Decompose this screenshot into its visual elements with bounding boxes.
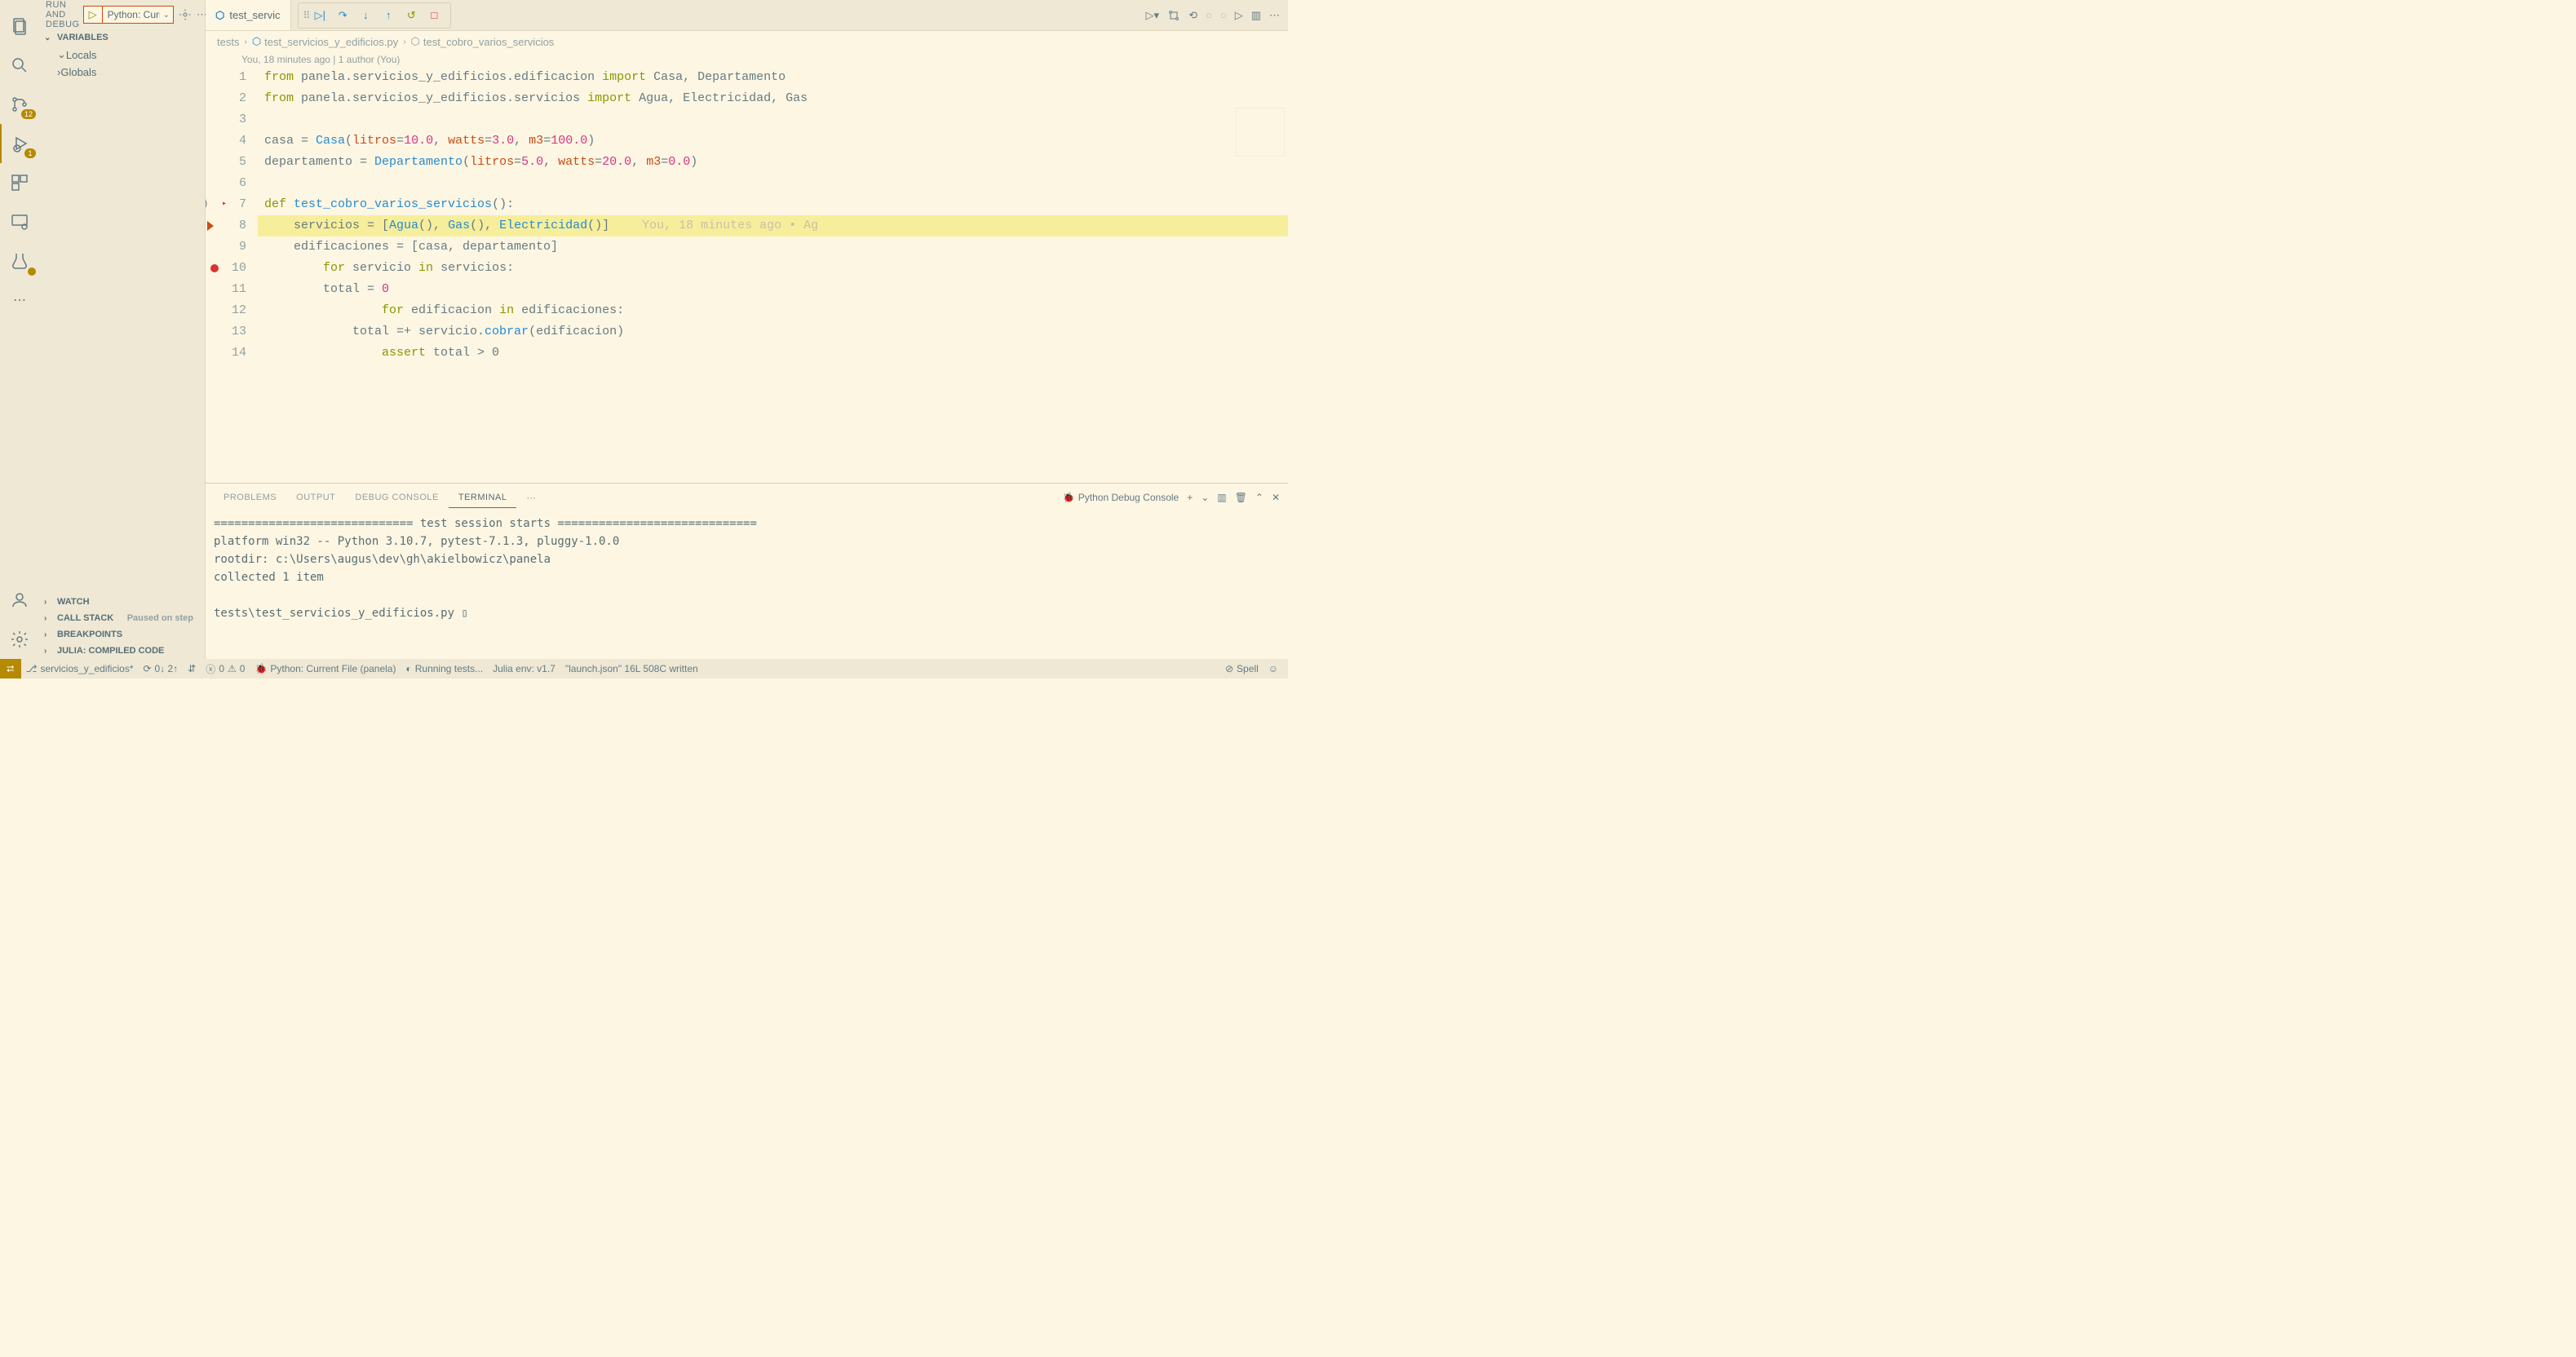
restart-icon[interactable]: ↺ [400, 4, 423, 27]
activity-bar: 12 1 ⋯ [0, 0, 39, 659]
run-debug-icon[interactable]: 1 [0, 124, 39, 163]
variables-section[interactable]: ⌄VARIABLES [39, 29, 205, 46]
extensions-icon[interactable] [0, 163, 39, 202]
sync-icon: ⟳ [143, 663, 151, 674]
debug-settings-icon[interactable] [179, 8, 192, 22]
file-tab[interactable]: ⬡ test_servic [206, 0, 291, 30]
step-into-icon[interactable]: ↓ [354, 4, 377, 27]
symbol-icon: ⬡ [411, 35, 420, 48]
maximize-panel-icon[interactable]: ⌃ [1255, 492, 1264, 503]
remote-explorer-icon[interactable] [0, 202, 39, 241]
ports-icon[interactable]: ⇵ [183, 663, 201, 674]
settings-gear-icon[interactable] [0, 620, 39, 659]
terminal-dropdown-icon[interactable]: ⌄ [1201, 492, 1209, 503]
tab-output[interactable]: OUTPUT [286, 488, 345, 507]
terminal-select[interactable]: 🐞Python Debug Console [1063, 492, 1179, 503]
source-control-icon[interactable]: 12 [0, 85, 39, 124]
terminal-output[interactable]: ============================= test sessi… [206, 511, 1288, 625]
tab-more-icon[interactable]: ⋯ [516, 488, 546, 508]
current-line-icon [207, 221, 214, 231]
git-compare-icon[interactable] [1167, 9, 1180, 22]
editor-area: ⬡ test_servic ⠿ ▷| ↷ ↓ ↑ ↺ □ ▷▾ ⟲ ○ ○ ▷ … [206, 0, 1288, 659]
call-stack-section[interactable]: ›CALL STACKPaused on step [39, 610, 205, 626]
run-config-selector[interactable]: ▷ Python: Current F ⌄ [83, 6, 174, 24]
tab-bar: ⬡ test_servic ⠿ ▷| ↷ ↓ ↑ ↺ □ ▷▾ ⟲ ○ ○ ▷ … [206, 0, 1288, 31]
config-name: Python: Current F [103, 9, 160, 20]
bug-icon: 🐞 [1063, 492, 1075, 503]
globals-item[interactable]: ›Globals [52, 64, 205, 81]
debug-sidebar: RUN AND DEBUG ▷ Python: Current F ⌄ ⋯ ⌄V… [39, 0, 206, 659]
debug-toolbar: ⠿ ▷| ↷ ↓ ↑ ↺ □ [298, 2, 452, 29]
branch-icon: ⎇ [26, 663, 38, 674]
drag-handle-icon[interactable]: ⠿ [303, 10, 309, 21]
warning-icon: ⚠ [228, 663, 237, 674]
status-bar: ⮂ ⎇servicios_y_edificios* ⟳0↓ 2↑ ⇵ ⓧ0 ⚠0… [0, 659, 1288, 678]
branch-indicator[interactable]: ⎇servicios_y_edificios* [21, 663, 139, 674]
remote-indicator[interactable]: ⮂ [0, 659, 21, 678]
debug-config-indicator[interactable]: 🐞Python: Current File (panela) [250, 663, 401, 674]
feedback-icon[interactable]: ☺ [1264, 663, 1283, 674]
spell-check-indicator[interactable]: ⊘Spell [1220, 663, 1264, 674]
run-python-icon[interactable]: ▷ [1235, 9, 1243, 22]
editor-actions: ▷▾ ⟲ ○ ○ ▷ ▥ ⋯ [1146, 9, 1288, 22]
run-cell-icon[interactable]: ▷▾ [1146, 9, 1160, 22]
minimap[interactable] [1236, 108, 1285, 157]
sync-indicator[interactable]: ⟳0↓ 2↑ [138, 663, 183, 674]
step-marker-icon: ⟩ [206, 194, 209, 215]
panel-tabs: PROBLEMS OUTPUT DEBUG CONSOLE TERMINAL ⋯… [206, 484, 1288, 511]
python-icon: ⬡ [252, 35, 261, 48]
step-out-icon[interactable]: ↑ [377, 4, 400, 27]
breadcrumb[interactable]: tests › ⬡ test_servicios_y_edificios.py … [206, 31, 1288, 52]
continue-icon[interactable]: ▷| [308, 4, 331, 27]
spinner-icon: ◐ [405, 663, 411, 674]
test-icon[interactable] [0, 241, 39, 281]
problems-indicator[interactable]: ⓧ0 ⚠0 [201, 662, 250, 676]
next-change-icon[interactable]: ○ [1220, 9, 1227, 21]
step-over-icon[interactable]: ↷ [331, 4, 354, 27]
close-panel-icon[interactable]: ✕ [1272, 492, 1280, 503]
python-icon: ⬡ [215, 9, 224, 22]
explorer-icon[interactable] [0, 7, 39, 46]
codelens[interactable]: You, 18 minutes ago | 1 author (You) [206, 52, 1288, 67]
chevron-down-icon[interactable]: ⌄ [160, 11, 173, 20]
julia-env-indicator[interactable]: Julia env: v1.7 [488, 663, 560, 674]
breakpoint-icon [210, 264, 219, 272]
error-icon: ⓧ [206, 662, 215, 676]
split-editor-icon[interactable]: ▥ [1251, 9, 1261, 22]
block-icon: ⊘ [1225, 663, 1233, 674]
code-editor[interactable]: 1from panela.servicios_y_edificios.edifi… [206, 67, 1288, 483]
tab-terminal[interactable]: TERMINAL [449, 488, 517, 508]
tab-problems[interactable]: PROBLEMS [214, 488, 286, 507]
watch-section[interactable]: ›WATCH [39, 594, 205, 610]
bottom-panel: PROBLEMS OUTPUT DEBUG CONSOLE TERMINAL ⋯… [206, 483, 1288, 659]
breakpoints-section[interactable]: ›BREAKPOINTS [39, 626, 205, 643]
debug-icon: 🐞 [255, 663, 267, 674]
start-debug-icon[interactable]: ▷ [84, 7, 103, 23]
split-terminal-icon[interactable]: ▥ [1217, 492, 1226, 503]
locals-item[interactable]: ⌄Locals [52, 46, 205, 64]
more-editor-icon[interactable]: ⋯ [1269, 9, 1280, 22]
julia-section[interactable]: ›JULIA: COMPILED CODE [39, 643, 205, 659]
more-icon[interactable]: ⋯ [0, 281, 39, 320]
go-back-icon[interactable]: ⟲ [1188, 9, 1197, 22]
prev-change-icon[interactable]: ○ [1206, 9, 1212, 21]
sidebar-title: RUN AND DEBUG [46, 0, 80, 29]
new-terminal-icon[interactable]: + [1187, 492, 1193, 503]
sidebar-header: RUN AND DEBUG ▷ Python: Current F ⌄ ⋯ [39, 0, 205, 29]
accounts-icon[interactable] [0, 581, 39, 620]
tab-debug-console[interactable]: DEBUG CONSOLE [345, 488, 448, 507]
stop-icon[interactable]: □ [423, 4, 445, 27]
launch-json-indicator: "launch.json" 16L 508C written [560, 663, 703, 674]
search-icon[interactable] [0, 46, 39, 85]
running-tests-indicator[interactable]: ◐Running tests... [401, 663, 488, 674]
kill-terminal-icon[interactable]: 🗑 [1235, 492, 1247, 503]
